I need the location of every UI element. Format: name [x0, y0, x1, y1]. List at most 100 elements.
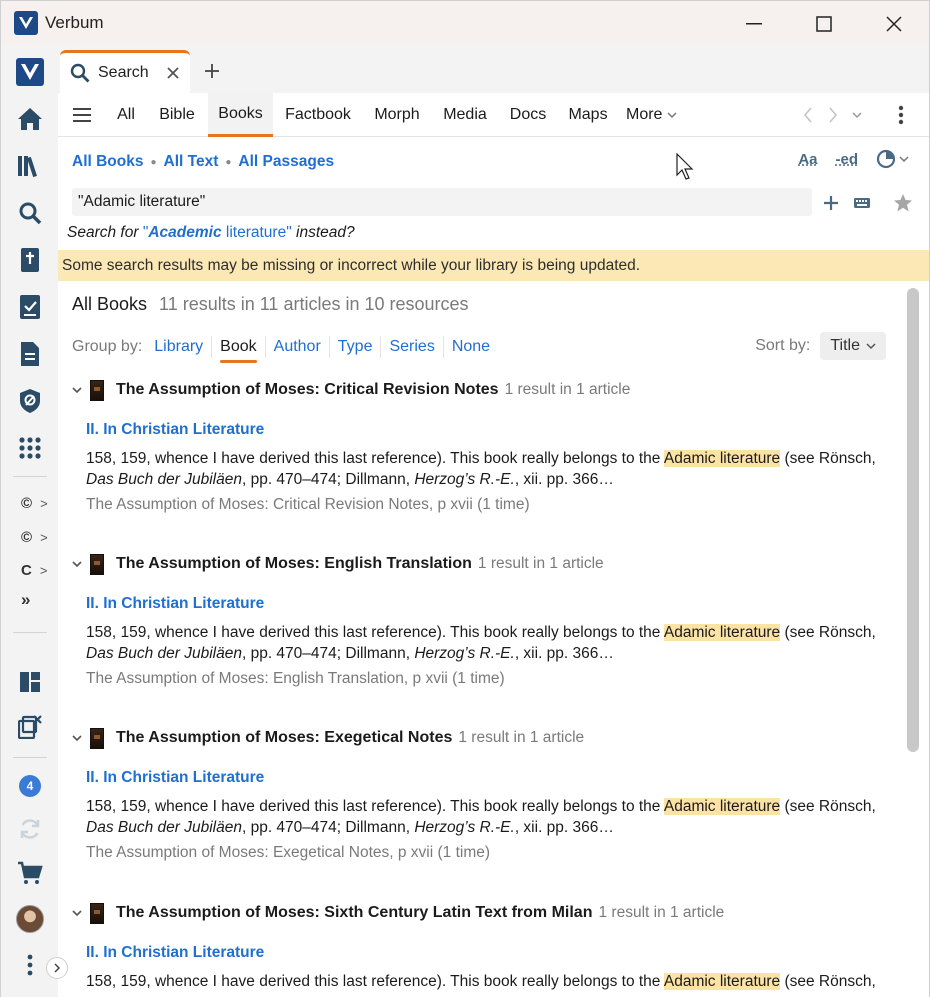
result-snippet[interactable]: 158, 159, whence I have derived this las…: [86, 448, 886, 490]
hamburger-menu-icon[interactable]: [72, 105, 92, 125]
match-case-icon[interactable]: Aa: [798, 151, 817, 168]
result-group-header[interactable]: The Assumption of Moses: Critical Revisi…: [70, 378, 630, 402]
library-icon[interactable]: [13, 149, 47, 183]
checklist-icon[interactable]: [13, 290, 47, 324]
back-button[interactable]: [798, 105, 818, 125]
article-link[interactable]: II. In Christian Literature: [86, 595, 264, 613]
tab-bible[interactable]: Bible: [150, 93, 204, 137]
tab-media[interactable]: Media: [438, 93, 492, 137]
suggestion-suffix: instead?: [296, 224, 355, 241]
separator-dot: ●: [150, 156, 157, 168]
group-by-book[interactable]: Book: [211, 336, 264, 363]
tab-factbook[interactable]: Factbook: [278, 93, 358, 137]
group-by-library[interactable]: Library: [146, 336, 211, 358]
search-scope: All Books ● All Text ● All Passages: [72, 151, 334, 173]
forward-button[interactable]: [823, 105, 843, 125]
results-scrollbar[interactable]: [907, 288, 919, 752]
search-icon[interactable]: [13, 196, 47, 230]
copyright-icon: ©: [21, 494, 33, 512]
panel-menu-button[interactable]: [891, 105, 911, 125]
rail-more-button[interactable]: »: [21, 589, 57, 611]
suggestion-link[interactable]: "Academic literature": [143, 224, 292, 241]
more-options-icon[interactable]: [13, 948, 47, 982]
keyboard-icon[interactable]: [853, 196, 871, 210]
tab-all[interactable]: All: [108, 93, 144, 137]
rail-pinned-item-1[interactable]: © >: [21, 492, 57, 514]
more-vertical-icon: [898, 105, 904, 125]
close-button[interactable]: [859, 1, 929, 46]
result-snippet[interactable]: 158, 159, whence I have derived this las…: [86, 971, 886, 992]
match-inflections-icon[interactable]: -ed: [836, 151, 859, 168]
star-icon[interactable]: [893, 193, 913, 213]
article-link[interactable]: II. In Christian Literature: [86, 944, 264, 962]
library-update-warning: Some search results may be missing or in…: [58, 250, 929, 281]
search-hit: Adamic literature: [663, 798, 781, 815]
sort-by-label: Sort by:: [755, 337, 811, 354]
document-icon[interactable]: [13, 337, 47, 371]
tab-maps[interactable]: Maps: [563, 93, 613, 137]
layouts-icon[interactable]: [13, 665, 47, 699]
rail-pinned-item-3[interactable]: C >: [21, 559, 57, 581]
cart-icon[interactable]: [13, 856, 47, 890]
group-by-author[interactable]: Author: [264, 336, 329, 358]
group-by-series[interactable]: Series: [380, 336, 442, 358]
article-link[interactable]: II. In Christian Literature: [86, 769, 264, 787]
suggestion-rest: literature": [221, 224, 292, 241]
snippet-text: (see Rönsch,: [780, 798, 876, 815]
scope-text-link[interactable]: All Text: [164, 153, 219, 171]
group-by-type[interactable]: Type: [328, 336, 381, 358]
article-link[interactable]: II. In Christian Literature: [86, 421, 264, 439]
shield-icon[interactable]: [13, 384, 47, 418]
sort-by-select[interactable]: Title: [820, 332, 886, 360]
user-avatar[interactable]: [13, 902, 47, 936]
snippet-text: 158, 159, whence I have derived this las…: [86, 973, 664, 990]
notification-count: 4: [19, 775, 41, 797]
search-input[interactable]: [72, 188, 812, 216]
add-search-term-icon[interactable]: [823, 195, 839, 211]
book-title[interactable]: The Assumption of Moses: Sixth Century L…: [116, 904, 592, 922]
rail-pinned-item-2[interactable]: © >: [21, 526, 57, 548]
expand-rail-button[interactable]: [46, 957, 68, 979]
result-group-header[interactable]: The Assumption of Moses: Exegetical Note…: [70, 726, 584, 750]
chevron-down-icon[interactable]: [70, 906, 84, 920]
result-group-header[interactable]: The Assumption of Moses: Sixth Century L…: [70, 901, 724, 925]
search-hit: Adamic literature: [663, 450, 781, 467]
maximize-button[interactable]: [789, 1, 859, 46]
history-dropdown[interactable]: [847, 105, 867, 125]
scope-passages-link[interactable]: All Passages: [238, 153, 334, 171]
add-tab-button[interactable]: [202, 61, 222, 81]
home-icon[interactable]: [13, 102, 47, 136]
close-panels-icon[interactable]: [13, 710, 47, 744]
snippet-text: (see Rönsch,: [780, 973, 876, 990]
tab-search[interactable]: Search: [60, 50, 190, 93]
tab-morph[interactable]: Morph: [366, 93, 428, 137]
book-cover-icon: [90, 379, 104, 401]
result-snippet[interactable]: 158, 159, whence I have derived this las…: [86, 622, 886, 664]
chevron-down-icon[interactable]: [70, 383, 84, 397]
chevron-down-icon[interactable]: [70, 731, 84, 745]
chevron-down-icon: [866, 343, 876, 350]
book-title[interactable]: The Assumption of Moses: Exegetical Note…: [116, 729, 452, 747]
suggestion-word: Academic: [148, 224, 222, 241]
close-tab-icon[interactable]: [166, 66, 180, 80]
sync-icon[interactable]: [13, 812, 47, 846]
verbum-logo-icon: [14, 11, 38, 35]
verbum-home-logo-icon[interactable]: [13, 55, 47, 89]
apps-grid-icon[interactable]: [13, 431, 47, 465]
result-snippet[interactable]: 158, 159, whence I have derived this las…: [86, 796, 886, 838]
notifications-badge[interactable]: 4: [13, 769, 47, 803]
scope-books-link[interactable]: All Books: [72, 153, 143, 171]
tab-docs[interactable]: Docs: [505, 93, 551, 137]
bible-icon[interactable]: [13, 243, 47, 277]
snippet-text: (see Rönsch,: [780, 450, 876, 467]
result-group-header[interactable]: The Assumption of Moses: English Transla…: [70, 552, 604, 576]
book-title[interactable]: The Assumption of Moses: Critical Revisi…: [116, 381, 499, 399]
minimize-button[interactable]: [719, 1, 789, 46]
tab-more[interactable]: More: [626, 93, 686, 137]
tab-books[interactable]: Books: [208, 93, 273, 137]
results-count: 11 results in 11 articles in 10 resource…: [159, 294, 469, 314]
chevron-down-icon[interactable]: [70, 557, 84, 571]
book-title[interactable]: The Assumption of Moses: English Transla…: [116, 555, 472, 573]
visual-filter-button[interactable]: [876, 149, 909, 169]
group-by-none[interactable]: None: [442, 336, 498, 358]
